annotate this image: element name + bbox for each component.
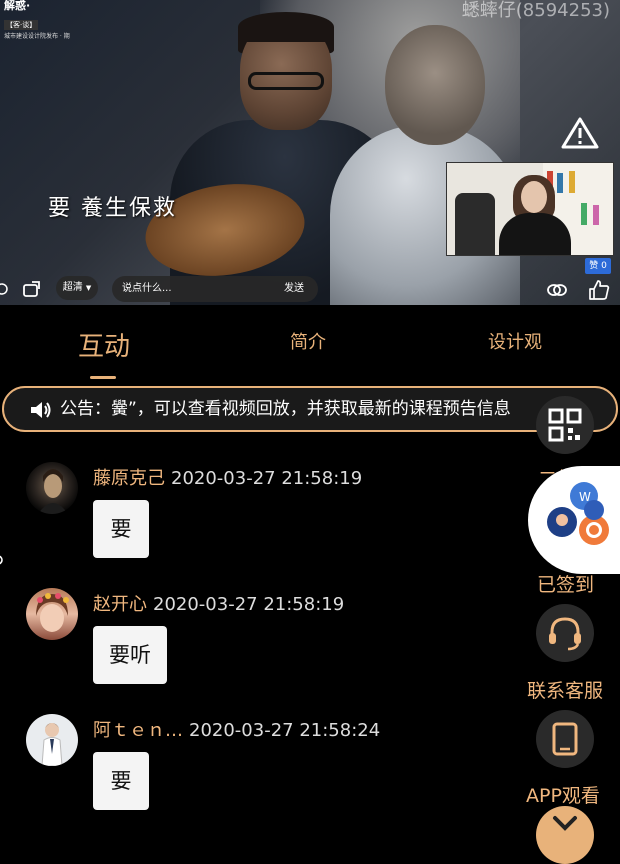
app-logo-icon: W xyxy=(547,482,609,545)
rotate-icon[interactable] xyxy=(0,281,10,297)
qr-code-icon xyxy=(548,408,582,442)
tab-intro[interactable]: 简介 xyxy=(290,328,326,354)
quality-selector[interactable]: 超清 ▼ xyxy=(56,276,98,300)
channel-logo-text: 解惑· xyxy=(4,0,31,12)
channel-logo: 解惑· 【客·谈】 城市建设设计院发布 · 期 xyxy=(4,0,74,40)
video-frame-glasses xyxy=(248,72,324,90)
avatar[interactable] xyxy=(26,714,78,766)
announcement-text: 公告：黌”，可以查看视频回放，并获取最新的课程预告信息 xyxy=(60,399,511,419)
app-watch-button[interactable] xyxy=(536,710,594,768)
chat-input[interactable]: 说点什么... 发送 xyxy=(112,276,318,302)
video-frame-person-hairline xyxy=(238,12,334,42)
refresh-icon[interactable] xyxy=(0,553,6,567)
message-author: 赵开心 xyxy=(93,594,147,615)
message-bubble: 要 xyxy=(93,500,149,558)
qr-code-button[interactable] xyxy=(536,396,594,454)
tablet-icon xyxy=(552,722,578,756)
avatar-figure xyxy=(38,469,68,514)
pip-book xyxy=(581,203,587,225)
pip-chair xyxy=(455,193,495,255)
pip-host-face xyxy=(521,181,547,213)
tab-bar: 互动 简介 设计观 xyxy=(0,310,620,380)
thumbs-up-icon[interactable] xyxy=(588,279,610,301)
tab-design-view[interactable]: 设计观 xyxy=(488,328,542,354)
chat-input-placeholder: 说点什么... xyxy=(122,283,172,294)
message-meta: 赵开心 2020-03-27 21:58:19 xyxy=(93,590,344,616)
link-icon[interactable] xyxy=(546,280,568,300)
chevron-down-icon xyxy=(553,816,577,831)
channel-logo-caption: 城市建设设计院发布 · 期 xyxy=(4,33,70,40)
avatar-figure xyxy=(36,593,69,632)
avatar[interactable] xyxy=(26,588,78,640)
message-time: 2020-03-27 21:58:19 xyxy=(171,468,363,489)
video-frame-second-person-head xyxy=(385,25,485,145)
picture-in-picture-video[interactable] xyxy=(446,162,614,256)
message-bubble: 要听 xyxy=(93,626,167,684)
quality-label: 超清 xyxy=(62,282,83,293)
app-watch-label[interactable]: APP观看 xyxy=(526,781,600,808)
headset-icon xyxy=(549,617,581,651)
avatar-figure xyxy=(41,723,63,766)
customer-service-label[interactable]: 联系客服 xyxy=(527,676,603,703)
message-time: 2020-03-27 21:58:19 xyxy=(153,594,345,615)
warning-icon[interactable] xyxy=(560,116,600,150)
chevron-down-icon: ▼ xyxy=(85,284,92,292)
signed-in-label[interactable]: 已签到 xyxy=(537,570,594,597)
app-logo-card[interactable]: W xyxy=(528,466,620,574)
avatar[interactable] xyxy=(26,462,78,514)
tab-interaction[interactable]: 互动 xyxy=(78,326,130,363)
collapse-menu-button[interactable] xyxy=(536,806,594,864)
active-tab-indicator xyxy=(90,376,116,379)
pip-host-body xyxy=(499,213,571,255)
message-meta: 藤原克己 2020-03-27 21:58:19 xyxy=(93,464,362,490)
pip-book xyxy=(593,205,599,225)
announcement-bar[interactable]: 公告：黌”，可以查看视频回放，并获取最新的课程预告信息 xyxy=(2,386,618,432)
video-subtitle: 要 養生保救 xyxy=(48,196,177,221)
message-time: 2020-03-27 21:58:24 xyxy=(189,720,381,741)
customer-service-button[interactable] xyxy=(536,604,594,662)
message-meta: 阿ｔｅｎ… 2020-03-27 21:58:24 xyxy=(93,716,380,742)
speaker-icon xyxy=(31,402,51,418)
send-button[interactable]: 发送 xyxy=(284,276,304,302)
message-author: 阿ｔｅｎ… xyxy=(93,720,183,741)
message-author: 藤原克己 xyxy=(93,468,165,489)
video-player[interactable]: 解惑· 【客·谈】 城市建设设计院发布 · 期 蟋蟀仔(8594253) 要 養… xyxy=(0,0,620,305)
channel-logo-badge: 【客·谈】 xyxy=(4,20,39,30)
message-bubble: 要 xyxy=(93,752,149,810)
share-icon[interactable] xyxy=(22,280,42,298)
video-watermark: 蟋蟀仔(8594253) xyxy=(461,0,610,21)
pip-book xyxy=(569,171,575,193)
pip-book xyxy=(557,173,563,193)
